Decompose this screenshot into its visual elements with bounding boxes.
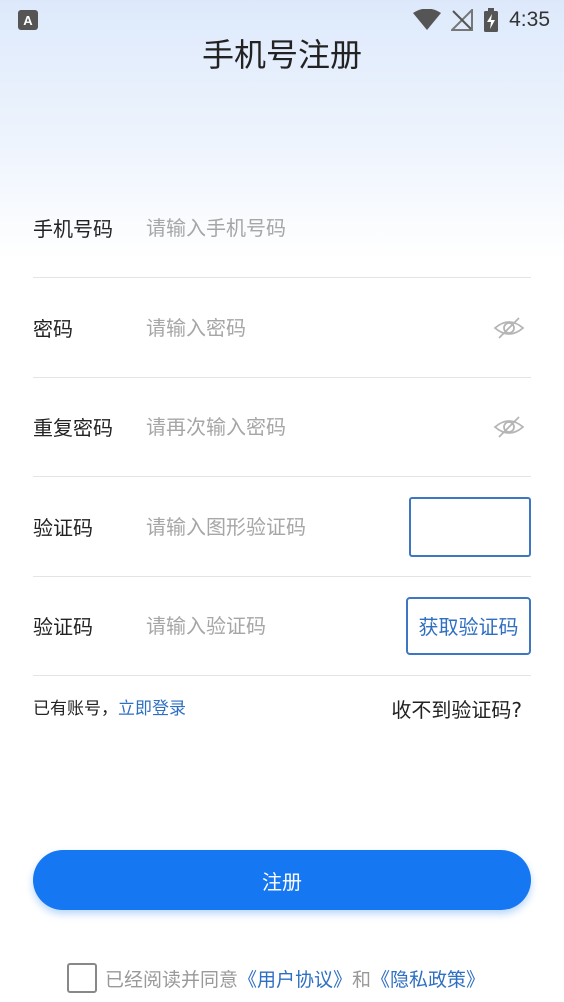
eye-off-icon[interactable]	[493, 312, 525, 344]
captcha-row: 验证码	[33, 477, 531, 577]
phone-row: 手机号码	[33, 178, 531, 278]
battery-charging-icon	[484, 8, 499, 32]
repeat-password-row: 重复密码	[33, 377, 531, 477]
agreement-prefix: 已经阅读并同意	[105, 968, 239, 991]
password-label: 密码	[33, 317, 73, 341]
page-title: 手机号注册	[201, 36, 362, 74]
agreement-checkbox[interactable]	[67, 963, 97, 993]
sms-code-label: 验证码	[33, 615, 93, 639]
repeat-password-input[interactable]	[146, 414, 493, 439]
agreement-row: 已经阅读并同意 《用户协议》和《隐私政策》	[67, 962, 485, 994]
register-button[interactable]: 注册	[33, 850, 531, 910]
captcha-image[interactable]	[409, 496, 531, 557]
login-line: 已有账号，立即登录	[33, 694, 186, 719]
no-code-link[interactable]: 收不到验证码?	[391, 694, 522, 723]
phone-input[interactable]	[146, 215, 531, 240]
login-link[interactable]: 立即登录	[118, 699, 186, 719]
captcha-input[interactable]	[146, 514, 409, 539]
repeat-password-label: 重复密码	[33, 416, 113, 440]
get-code-button[interactable]: 获取验证码	[406, 596, 531, 655]
agreement-and: 和	[352, 968, 372, 991]
no-signal-icon	[451, 9, 474, 31]
sms-code-row: 验证码 获取验证码	[33, 576, 531, 676]
password-row: 密码	[33, 278, 531, 378]
have-account-text: 已有账号，	[33, 699, 118, 719]
wifi-icon	[413, 9, 442, 30]
privacy-policy-link[interactable]: 《隐私政策》	[371, 965, 485, 992]
status-time: 4:35	[509, 8, 550, 31]
notification-a-icon: A	[18, 10, 38, 30]
phone-label: 手机号码	[33, 217, 113, 241]
eye-off-icon[interactable]	[493, 411, 525, 443]
password-input[interactable]	[146, 315, 493, 340]
captcha-label: 验证码	[33, 516, 93, 540]
sms-code-input[interactable]	[146, 613, 406, 638]
user-agreement-link[interactable]: 《用户协议》	[238, 965, 352, 992]
